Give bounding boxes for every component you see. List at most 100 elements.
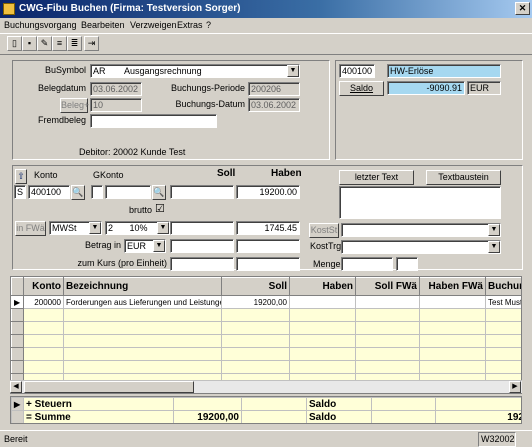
konto-field[interactable]: 400100	[28, 185, 70, 199]
empty-cell[interactable]	[289, 334, 356, 348]
table-row[interactable]	[11, 321, 521, 335]
tax-type-select[interactable]: MWSt ▼	[49, 221, 102, 235]
empty-cell[interactable]	[355, 334, 420, 348]
empty-cell[interactable]	[221, 321, 290, 335]
fremdbeleg-field[interactable]	[90, 114, 217, 128]
haben-field[interactable]: 19200.00	[236, 185, 300, 199]
grid-header-buchung[interactable]: Buchun	[485, 277, 521, 296]
kosttrg-select[interactable]: ▼	[341, 240, 501, 254]
empty-cell[interactable]	[289, 347, 356, 361]
grid-header-konto[interactable]: Konto	[23, 277, 64, 296]
empty-cell[interactable]	[419, 308, 486, 322]
copy-entry-icon[interactable]: ≡	[52, 36, 67, 51]
chevron-down-icon[interactable]: ▼	[89, 222, 101, 234]
empty-cell[interactable]	[419, 347, 486, 361]
cell-buchung[interactable]: Test Must	[485, 295, 521, 309]
empty-cell[interactable]	[221, 347, 290, 361]
scroll-right-icon[interactable]: ▶	[509, 381, 521, 393]
betrag-soll-field[interactable]	[170, 239, 234, 253]
letzter-text-button[interactable]: letzter Text	[339, 170, 414, 185]
up-arrow-icon[interactable]: ⇧	[15, 169, 27, 184]
in-fwae-button[interactable]: in FWä	[15, 221, 46, 236]
konto-search-icon[interactable]: 🔍	[71, 185, 85, 200]
tax-soll-field[interactable]	[170, 221, 234, 235]
menu-verzweigen[interactable]: Verzweigen	[130, 20, 177, 30]
empty-cell[interactable]	[23, 334, 64, 348]
cell-haben[interactable]	[289, 295, 356, 309]
table-row[interactable]	[11, 334, 521, 348]
empty-cell[interactable]	[23, 360, 64, 374]
brutto-checkbox[interactable]: ☑	[155, 203, 165, 216]
currency-select[interactable]: EUR ▼	[124, 239, 166, 253]
soll-field[interactable]	[170, 185, 234, 199]
empty-cell[interactable]	[63, 360, 222, 374]
delete-entry-icon[interactable]: ≣	[67, 36, 82, 51]
empty-cell[interactable]	[485, 347, 521, 361]
edit-icon[interactable]: ✎	[37, 36, 52, 51]
empty-cell[interactable]	[419, 334, 486, 348]
menge-field[interactable]	[341, 257, 393, 271]
table-row[interactable]	[11, 347, 521, 361]
empty-cell[interactable]	[355, 321, 420, 335]
textbaustein-button[interactable]: Textbaustein	[426, 170, 501, 185]
empty-cell[interactable]	[63, 334, 222, 348]
beleg-number-field[interactable]: 10	[90, 98, 142, 112]
empty-cell[interactable]	[23, 308, 64, 322]
gkonto-field[interactable]	[105, 185, 151, 199]
kostst-button[interactable]: KostSt	[309, 223, 339, 238]
table-row[interactable]	[11, 360, 521, 374]
scroll-thumb[interactable]	[24, 381, 194, 393]
cell-soll-fw[interactable]	[355, 295, 420, 309]
cell-haben-fw[interactable]	[419, 295, 486, 309]
buchungstext-field[interactable]	[339, 186, 501, 219]
grid-header-haben[interactable]: Haben	[289, 277, 356, 296]
empty-cell[interactable]	[485, 334, 521, 348]
empty-cell[interactable]	[289, 360, 356, 374]
scroll-left-icon[interactable]: ◀	[10, 381, 22, 393]
empty-cell[interactable]	[221, 334, 290, 348]
grid-header-haben-fw[interactable]: Haben FWä	[419, 277, 486, 296]
kostst-select[interactable]: ▼	[341, 223, 501, 237]
empty-cell[interactable]	[221, 360, 290, 374]
grid-header-soll[interactable]: Soll	[221, 277, 290, 296]
gkonto-type-field[interactable]	[91, 185, 103, 199]
entry-type-field[interactable]: S	[14, 185, 26, 199]
empty-cell[interactable]	[485, 360, 521, 374]
empty-cell[interactable]	[355, 360, 420, 374]
kurs-field-2[interactable]	[236, 257, 300, 271]
menu-help[interactable]: ?	[206, 20, 211, 30]
chevron-down-icon[interactable]: ▼	[287, 65, 299, 77]
tax-haben-field[interactable]: 1745.45	[236, 221, 300, 235]
empty-cell[interactable]	[23, 347, 64, 361]
buchungs-datum-field[interactable]: 03.06.2002	[248, 98, 300, 112]
empty-cell[interactable]	[485, 321, 521, 335]
empty-cell[interactable]	[221, 308, 290, 322]
save-icon[interactable]: ▪	[22, 36, 37, 51]
empty-cell[interactable]	[289, 321, 356, 335]
empty-cell[interactable]	[355, 347, 420, 361]
empty-cell[interactable]	[355, 308, 420, 322]
chevron-down-icon[interactable]: ▼	[488, 241, 500, 253]
cell-bezeichnung[interactable]: Forderungen aus Lieferungen und Leistung…	[63, 295, 222, 309]
menu-bearbeiten[interactable]: Bearbeiten	[81, 20, 125, 30]
menu-extras[interactable]: Extras	[177, 20, 203, 30]
empty-cell[interactable]	[63, 347, 222, 361]
chevron-down-icon[interactable]: ▼	[157, 222, 169, 234]
empty-cell[interactable]	[289, 308, 356, 322]
new-document-icon[interactable]: ▯	[7, 36, 22, 51]
grid-header-bezeichnung[interactable]: Bezeichnung	[63, 277, 222, 296]
chevron-down-icon[interactable]: ▼	[153, 240, 165, 252]
horizontal-scrollbar[interactable]: ◀ ▶	[10, 380, 522, 393]
empty-cell[interactable]	[419, 360, 486, 374]
chevron-down-icon[interactable]: ▼	[488, 224, 500, 236]
empty-cell[interactable]	[63, 321, 222, 335]
saldo-button[interactable]: Saldo	[339, 81, 384, 96]
kurs-field[interactable]	[170, 257, 234, 271]
cell-soll[interactable]: 19200,00	[221, 295, 290, 309]
empty-cell[interactable]	[63, 308, 222, 322]
buchungs-periode-field[interactable]: 200206	[248, 82, 300, 96]
table-row[interactable]	[11, 308, 521, 322]
belegdatum-field[interactable]: 03.06.2002	[90, 82, 142, 96]
close-icon[interactable]: ✕	[515, 2, 530, 15]
empty-cell[interactable]	[23, 321, 64, 335]
